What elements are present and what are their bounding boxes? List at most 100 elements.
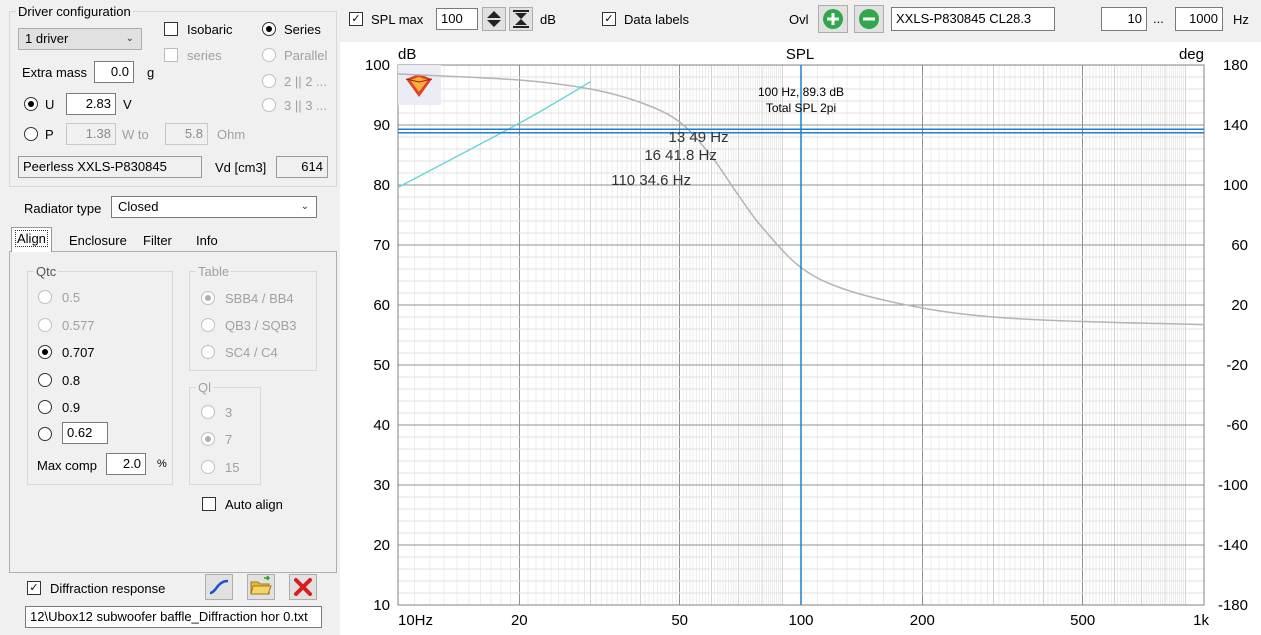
qtc-radio-0-8[interactable] [38, 373, 52, 387]
power-w-to-label: W to [122, 127, 149, 142]
isobaric-checkbox[interactable] [164, 22, 178, 36]
qtc-legend: Qtc [34, 264, 59, 279]
diffraction-curve-button[interactable] [205, 574, 233, 600]
extra-mass-label: Extra mass [22, 65, 88, 80]
open-folder-button[interactable] [247, 574, 275, 600]
auto-align-checkbox[interactable] [202, 497, 216, 511]
tab-filter[interactable]: Filter [138, 229, 177, 251]
chart-ylabel-left: dB [398, 46, 416, 63]
qtc-option-label: 0.707 [62, 345, 95, 360]
spl-chart-svg[interactable]: dB SPL deg 10Hz 20 50 100 200 500 1k 100 90 80 70 6… [340, 42, 1261, 635]
tab-align-label: Align [15, 230, 48, 247]
voltage-unit: V [123, 97, 132, 112]
table-radio-sc4[interactable] [201, 345, 215, 359]
x-tick-label: 50 [671, 612, 688, 629]
table-legend: Table [196, 264, 232, 279]
ql-radio-7[interactable] [201, 432, 215, 446]
y2-tick-label: 60 [1231, 237, 1248, 254]
impedance-unit: Ohm [217, 127, 246, 142]
drivers-count-select[interactable]: 1 driver ⌄ [18, 28, 142, 50]
voltage-radio[interactable] [24, 97, 38, 111]
spl-up-down-button[interactable] [482, 7, 506, 31]
qtc-radio-0-5[interactable] [38, 290, 52, 304]
auto-align-label: Auto align [225, 497, 283, 512]
chevron-down-icon: ⌄ [125, 33, 134, 44]
spl-max-label: SPL max [371, 12, 424, 27]
y-tick-label: 40 [373, 417, 390, 434]
table-option-label: QB3 / SQB3 [225, 318, 297, 333]
y-tick-label: 70 [373, 237, 390, 254]
series-radio[interactable] [262, 22, 276, 36]
y2-tick-label: -60 [1226, 417, 1248, 434]
max-comp-label: Max comp [37, 458, 97, 473]
max-comp-unit: % [157, 458, 167, 470]
tab-align[interactable]: Align [11, 227, 52, 252]
parallel-radio[interactable] [262, 48, 276, 62]
ql-radio-3[interactable] [201, 405, 215, 419]
series-checkbox[interactable] [164, 48, 178, 62]
y-tick-label: 80 [373, 177, 390, 194]
qtc-option-label: 0.8 [62, 373, 81, 388]
vd-field: 614 [276, 156, 328, 178]
x-tick-label: 20 [511, 612, 528, 629]
power-input[interactable]: 1.38 [66, 123, 116, 145]
diffraction-checkbox[interactable]: ✓ [27, 581, 41, 595]
radiator-type-label: Radiator type [24, 201, 102, 216]
chevron-down-icon: ⌄ [300, 201, 309, 212]
minus-icon [859, 9, 879, 29]
ql-radio-15[interactable] [201, 460, 215, 474]
x-tick-label: 200 [910, 612, 935, 629]
qtc-custom-input[interactable]: 0.62 [62, 422, 108, 444]
freq-min-input[interactable]: 10 [1101, 7, 1147, 31]
x-tick-label: 10Hz [398, 612, 433, 629]
data-labels-checkbox[interactable]: ✓ [602, 12, 616, 26]
voltage-input[interactable]: 2.83 [66, 93, 116, 115]
radiator-type-value: Closed [118, 199, 159, 214]
y-tick-label: 30 [373, 477, 390, 494]
freq-max-input[interactable]: 1000 [1175, 7, 1223, 31]
voltage-radio-label: U [45, 97, 55, 112]
radiator-type-select[interactable]: Closed ⌄ [111, 196, 317, 218]
remove-overlay-button[interactable] [854, 5, 884, 33]
chart-title: SPL [786, 46, 814, 63]
y-tick-label: 60 [373, 297, 390, 314]
isobaric-label: Isobaric [187, 22, 233, 37]
power-radio[interactable] [24, 127, 38, 141]
spl-max-input[interactable]: 100 [436, 8, 478, 30]
tab-enclosure[interactable]: Enclosure [64, 229, 132, 251]
3x3-radio[interactable] [262, 98, 276, 112]
add-overlay-button[interactable] [818, 5, 848, 33]
spl-fit-button[interactable] [509, 7, 533, 31]
qtc-radio-0-577[interactable] [38, 318, 52, 332]
cursor-series-label: Total SPL 2pi [766, 101, 836, 115]
qtc-radio-custom[interactable] [38, 427, 52, 441]
ql-option-label: 3 [225, 405, 233, 420]
y2-tick-label: -20 [1226, 357, 1248, 374]
qtc-option-label: 0.577 [62, 318, 95, 333]
spl-chart[interactable]: dB SPL deg 10Hz 20 50 100 200 500 1k 100 90 80 70 6… [340, 42, 1261, 635]
table-radio-qb3[interactable] [201, 318, 215, 332]
parallel-radio-label: Parallel [284, 48, 328, 63]
diffraction-label: Diffraction response [50, 581, 166, 596]
x-tick-label: 100 [788, 612, 813, 629]
diffraction-file-field[interactable]: 12\Ubox12 subwoofer baffle_Diffraction h… [25, 606, 322, 628]
tab-info[interactable]: Info [191, 229, 237, 251]
tab-filter-label: Filter [143, 233, 172, 248]
data-labels-label: Data labels [624, 12, 690, 27]
remove-button[interactable] [289, 574, 317, 600]
max-comp-input[interactable]: 2.0 [106, 453, 146, 475]
impedance-input[interactable]: 5.8 [165, 123, 208, 145]
spl-max-checkbox[interactable]: ✓ [349, 12, 363, 26]
table-radio-sbb4[interactable] [201, 291, 215, 305]
frequency-annotation: 110 34.6 Hz [611, 172, 691, 189]
2x2-radio[interactable] [262, 74, 276, 88]
db-unit: dB [540, 12, 556, 27]
y-tick-label: 20 [373, 537, 390, 554]
qtc-radio-0-707[interactable] [38, 345, 52, 359]
table-option-label: SBB4 / BB4 [225, 291, 294, 306]
extra-mass-input[interactable]: 0.0 [94, 61, 134, 83]
plus-icon [823, 9, 843, 29]
qtc-radio-0-9[interactable] [38, 400, 52, 414]
y2-tick-label: 100 [1223, 177, 1248, 194]
overlay-name-field[interactable]: XXLS-P830845 CL28.3 [891, 7, 1055, 31]
